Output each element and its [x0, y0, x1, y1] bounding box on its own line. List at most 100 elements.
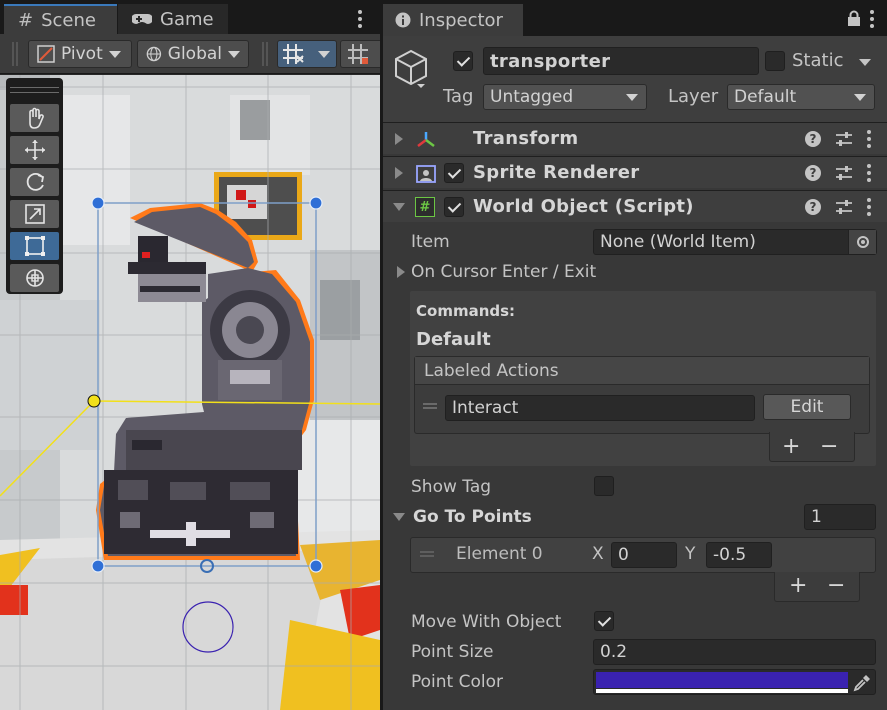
- sprite-renderer-component-header[interactable]: Sprite Renderer ?: [383, 156, 887, 188]
- cursor-events-label[interactable]: On Cursor Enter / Exit: [411, 262, 596, 282]
- world-object-component-header[interactable]: # World Object (Script) ?: [383, 190, 887, 222]
- chevron-down-icon: [854, 94, 866, 101]
- go-to-points-foldout-icon[interactable]: [393, 513, 405, 521]
- presets-icon[interactable]: [835, 165, 853, 181]
- point-color-swatch[interactable]: [596, 672, 848, 688]
- gamepad-icon: [132, 14, 152, 24]
- item-value: None (World Item): [600, 232, 756, 252]
- eyedropper-icon[interactable]: [852, 673, 872, 693]
- increment-snap-button[interactable]: [340, 40, 380, 68]
- scale-tool-button[interactable]: [10, 200, 59, 228]
- tab-inspector[interactable]: Inspector: [383, 4, 523, 36]
- sprite-renderer-enabled-checkbox[interactable]: [444, 163, 464, 183]
- lock-icon[interactable]: [847, 10, 861, 26]
- item-label: Item: [411, 232, 450, 252]
- transform-component-header[interactable]: Transform ?: [383, 122, 887, 154]
- chevron-down-icon: [228, 50, 240, 58]
- add-action-button[interactable]: +: [782, 434, 800, 459]
- sprite-renderer-icon: [416, 165, 436, 183]
- foldout-arrow-icon[interactable]: [395, 166, 403, 179]
- tab-scene[interactable]: # Scene: [4, 4, 117, 34]
- remove-action-button[interactable]: −: [820, 434, 838, 459]
- hand-icon: [28, 107, 44, 129]
- inspector-tab-bar: Inspector: [383, 0, 887, 36]
- show-tag-label: Show Tag: [411, 477, 492, 497]
- help-icon[interactable]: ?: [805, 164, 821, 181]
- tab-inspector-label: Inspector: [419, 9, 503, 31]
- global-dropdown[interactable]: Global: [137, 40, 249, 68]
- active-checkbox[interactable]: [453, 51, 473, 71]
- rotate-tool-button[interactable]: [10, 168, 59, 196]
- static-dropdown-icon[interactable]: [859, 59, 871, 66]
- tab-game[interactable]: Game: [118, 4, 228, 34]
- layer-dropdown[interactable]: Default: [727, 84, 875, 110]
- add-point-button[interactable]: +: [789, 573, 807, 598]
- help-icon[interactable]: ?: [805, 198, 821, 215]
- tool-strip: [6, 78, 63, 294]
- inspector-panel: Inspector transporter Static Tag Untagge…: [383, 0, 887, 710]
- actions-footer: + −: [769, 432, 855, 462]
- labeled-actions-label: Labeled Actions: [424, 361, 559, 381]
- inspector-more-icon[interactable]: [867, 10, 877, 30]
- drag-handle-icon[interactable]: [420, 551, 434, 557]
- move-with-object-label: Move With Object: [411, 612, 562, 632]
- kebab-menu-icon[interactable]: [867, 129, 871, 148]
- tag-dropdown[interactable]: Untagged: [483, 84, 647, 110]
- item-object-field[interactable]: None (World Item): [593, 229, 877, 255]
- transform-tool-button[interactable]: [10, 264, 59, 292]
- transform-title: Transform: [473, 128, 579, 149]
- world-object-enabled-checkbox[interactable]: [444, 197, 464, 217]
- object-name-field[interactable]: transporter: [483, 47, 759, 75]
- static-checkbox[interactable]: [765, 51, 785, 71]
- point-color-field[interactable]: [593, 669, 876, 695]
- move-tool-button[interactable]: [10, 136, 59, 164]
- foldout-arrow-icon[interactable]: [395, 132, 403, 145]
- layer-label: Layer: [668, 86, 719, 107]
- action-name-field[interactable]: Interact: [445, 395, 755, 421]
- edit-button[interactable]: Edit: [763, 394, 851, 420]
- chevron-down-icon: [108, 50, 121, 58]
- color-alpha-bar: [596, 689, 848, 693]
- tab-game-label: Game: [160, 8, 214, 30]
- y-field[interactable]: -0.5: [706, 542, 772, 568]
- kebab-menu-icon[interactable]: [867, 163, 871, 182]
- go-to-points-label[interactable]: Go To Points: [413, 507, 532, 527]
- rect-handle-top-right: [309, 196, 323, 210]
- show-tag-checkbox[interactable]: [594, 476, 614, 496]
- rect-tool-button[interactable]: [10, 232, 59, 260]
- world-object-body: Item None (World Item) On Cursor Enter /…: [383, 223, 887, 710]
- tag-label: Tag: [443, 86, 474, 107]
- toolbar-grip: [12, 42, 18, 66]
- remove-point-button[interactable]: −: [827, 573, 845, 598]
- scene-panel: # Scene Game Pivot Global: [0, 0, 380, 710]
- x-field[interactable]: 0: [611, 542, 677, 568]
- object-picker-icon[interactable]: [848, 230, 876, 254]
- rect-handle-top-left: [91, 196, 105, 210]
- rect-handle-bottom-right: [309, 559, 323, 573]
- foldout-arrow-icon[interactable]: [393, 202, 405, 211]
- point-size-field[interactable]: 0.2: [593, 639, 876, 665]
- rotate-icon: [26, 172, 44, 191]
- hand-tool-button[interactable]: [10, 104, 59, 132]
- element-label: Element 0: [456, 544, 543, 564]
- pivot-dropdown[interactable]: Pivot: [28, 40, 132, 68]
- grid-snap-button[interactable]: [277, 40, 337, 68]
- go-to-points-list: Element 0 X 0 Y -0.5: [410, 537, 876, 573]
- increment-snap-icon: [348, 44, 368, 64]
- cursor-foldout-icon[interactable]: [397, 266, 405, 278]
- chevron-down-icon: [318, 50, 330, 58]
- presets-icon[interactable]: [835, 131, 853, 147]
- grid-snap-icon: [283, 44, 304, 64]
- sprite-renderer-title: Sprite Renderer: [473, 162, 640, 183]
- help-icon[interactable]: ?: [805, 130, 821, 147]
- y-label: Y: [685, 544, 696, 564]
- more-options-icon[interactable]: [352, 10, 368, 30]
- gameobject-header: transporter Static Tag Untagged Layer De…: [383, 36, 887, 122]
- move-with-object-checkbox[interactable]: [594, 611, 614, 631]
- transform-icon: [25, 269, 44, 287]
- go-to-points-size-field[interactable]: 1: [804, 504, 876, 530]
- presets-icon[interactable]: [835, 199, 853, 215]
- kebab-menu-icon[interactable]: [867, 197, 871, 216]
- drag-handle-icon[interactable]: [423, 403, 437, 409]
- labeled-actions-list: Labeled Actions Interact Edit: [414, 356, 870, 434]
